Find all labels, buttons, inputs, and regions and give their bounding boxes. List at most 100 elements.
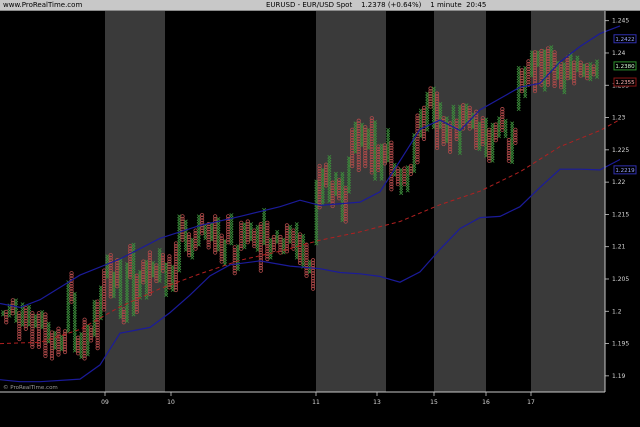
pf-column-o xyxy=(239,220,244,251)
price-badge-label: 1.2422 xyxy=(615,37,634,43)
y-tick-label: 1.19 xyxy=(612,373,626,380)
pf-column-o xyxy=(389,140,394,192)
pf-column-x xyxy=(405,165,410,193)
x-axis: 09 10 11 13 15 16 17 xyxy=(101,392,535,406)
pf-column-o xyxy=(82,317,87,361)
pf-x-box xyxy=(40,309,45,314)
pf-x-box xyxy=(294,222,299,227)
pf-column-o xyxy=(89,325,94,343)
price-badge: 1.2422 xyxy=(613,34,637,44)
pf-column-o xyxy=(213,214,218,255)
session-band-1 xyxy=(105,11,165,392)
y-tick-label: 1.205 xyxy=(612,276,629,283)
pf-column-x xyxy=(307,259,312,274)
price-badge-label: 1.2380 xyxy=(615,64,635,70)
pf-x-box xyxy=(392,162,397,167)
pf-column-o xyxy=(23,305,28,331)
pf-column-o xyxy=(526,59,531,87)
lower-bollinger-band xyxy=(0,158,621,383)
price-badge: 1.2380 xyxy=(613,61,637,71)
session-band-2 xyxy=(316,11,386,392)
y-tick-label: 1.195 xyxy=(612,341,629,348)
pf-column-x xyxy=(177,214,182,273)
x-tick-label: 11 xyxy=(312,399,320,406)
pf-column-o xyxy=(428,86,433,109)
pf-column-o xyxy=(258,222,263,273)
pf-column-o xyxy=(180,214,185,242)
pf-x-box xyxy=(229,213,234,218)
pf-column-o xyxy=(310,258,316,291)
pf-column-o xyxy=(284,223,290,254)
pf-x-box xyxy=(503,118,508,123)
pf-column-o xyxy=(304,242,309,278)
pf-column-o xyxy=(173,241,179,293)
x-tick-label: 10 xyxy=(167,399,175,406)
pf-column-o xyxy=(102,268,107,312)
y-tick-label: 1.2 xyxy=(612,308,622,315)
session-band-3 xyxy=(434,11,486,392)
pf-column-o xyxy=(519,68,525,94)
x-tick-label: 09 xyxy=(101,399,109,406)
pf-column-o xyxy=(245,219,250,245)
y-tick-label: 1.225 xyxy=(612,147,629,154)
price-badge: 1.2355 xyxy=(613,77,637,87)
pf-column-o xyxy=(500,107,505,132)
pf-column-o xyxy=(75,335,81,356)
pf-column-o xyxy=(513,127,518,145)
y-tick-label: 1.24 xyxy=(612,50,626,57)
pf-x-box xyxy=(288,224,293,229)
pf-column-x xyxy=(268,237,273,260)
pf-column-o xyxy=(167,254,172,290)
pf-column-o xyxy=(186,232,192,258)
pf-column-o xyxy=(69,271,74,304)
pf-x-box xyxy=(386,127,391,132)
pf-columns xyxy=(1,45,599,361)
pf-column-x xyxy=(92,299,97,338)
y-tick-label: 1.23 xyxy=(612,115,626,122)
pf-column-o xyxy=(415,113,420,165)
price-badge: 1.2219 xyxy=(613,165,637,175)
y-tick-label: 1.21 xyxy=(612,244,626,251)
pf-column-o xyxy=(62,329,68,355)
pf-column-o xyxy=(252,228,257,249)
pf-column-x xyxy=(72,291,77,353)
pf-column-x xyxy=(98,285,103,321)
pf-column-x xyxy=(1,309,5,317)
y-axis: 1.19 1.195 1.2 1.205 1.21 1.215 1.22 1.225 1.23 1… xyxy=(605,18,629,380)
pf-column-x xyxy=(59,334,64,352)
pf-column-o xyxy=(49,330,55,361)
pf-column-o xyxy=(17,311,22,342)
pf-column-o xyxy=(408,163,414,176)
pf-column-o xyxy=(4,309,9,325)
pf-x-box xyxy=(516,65,521,70)
pf-column-o xyxy=(506,138,511,163)
pf-column-x xyxy=(503,118,508,139)
pf-column-o xyxy=(271,234,276,253)
pf-x-box xyxy=(275,229,280,234)
pf-column-o xyxy=(193,228,198,251)
pf-column-o xyxy=(43,312,48,358)
y-tick-label: 1.215 xyxy=(612,211,629,218)
pf-column-o xyxy=(421,105,427,141)
x-tick-label: 13 xyxy=(373,399,381,406)
price-badge-label: 1.2219 xyxy=(615,168,635,174)
pf-column-x xyxy=(301,233,306,269)
pf-x-box xyxy=(46,321,51,326)
x-tick-label: 15 xyxy=(430,399,438,406)
x-tick-label: 17 xyxy=(527,399,535,406)
pnf-chart: 1.19 1.195 1.2 1.205 1.21 1.215 1.22 1.225 1.23 1… xyxy=(0,11,637,406)
watermark: © ProRealTime.com xyxy=(3,384,58,391)
pf-column-x xyxy=(294,222,299,260)
price-badge-label: 1.2355 xyxy=(615,80,635,86)
pf-column-o xyxy=(395,166,401,187)
pf-column-o xyxy=(402,166,407,187)
pf-column-o xyxy=(232,245,237,276)
pf-x-box xyxy=(301,233,306,238)
pf-x-box xyxy=(27,304,32,309)
pf-x-box xyxy=(510,121,515,126)
x-tick-label: 16 xyxy=(482,399,490,406)
pf-column-x xyxy=(262,207,267,246)
pf-column-o xyxy=(487,127,492,163)
y-tick-label: 1.245 xyxy=(612,18,629,25)
pf-column-o xyxy=(56,326,61,357)
